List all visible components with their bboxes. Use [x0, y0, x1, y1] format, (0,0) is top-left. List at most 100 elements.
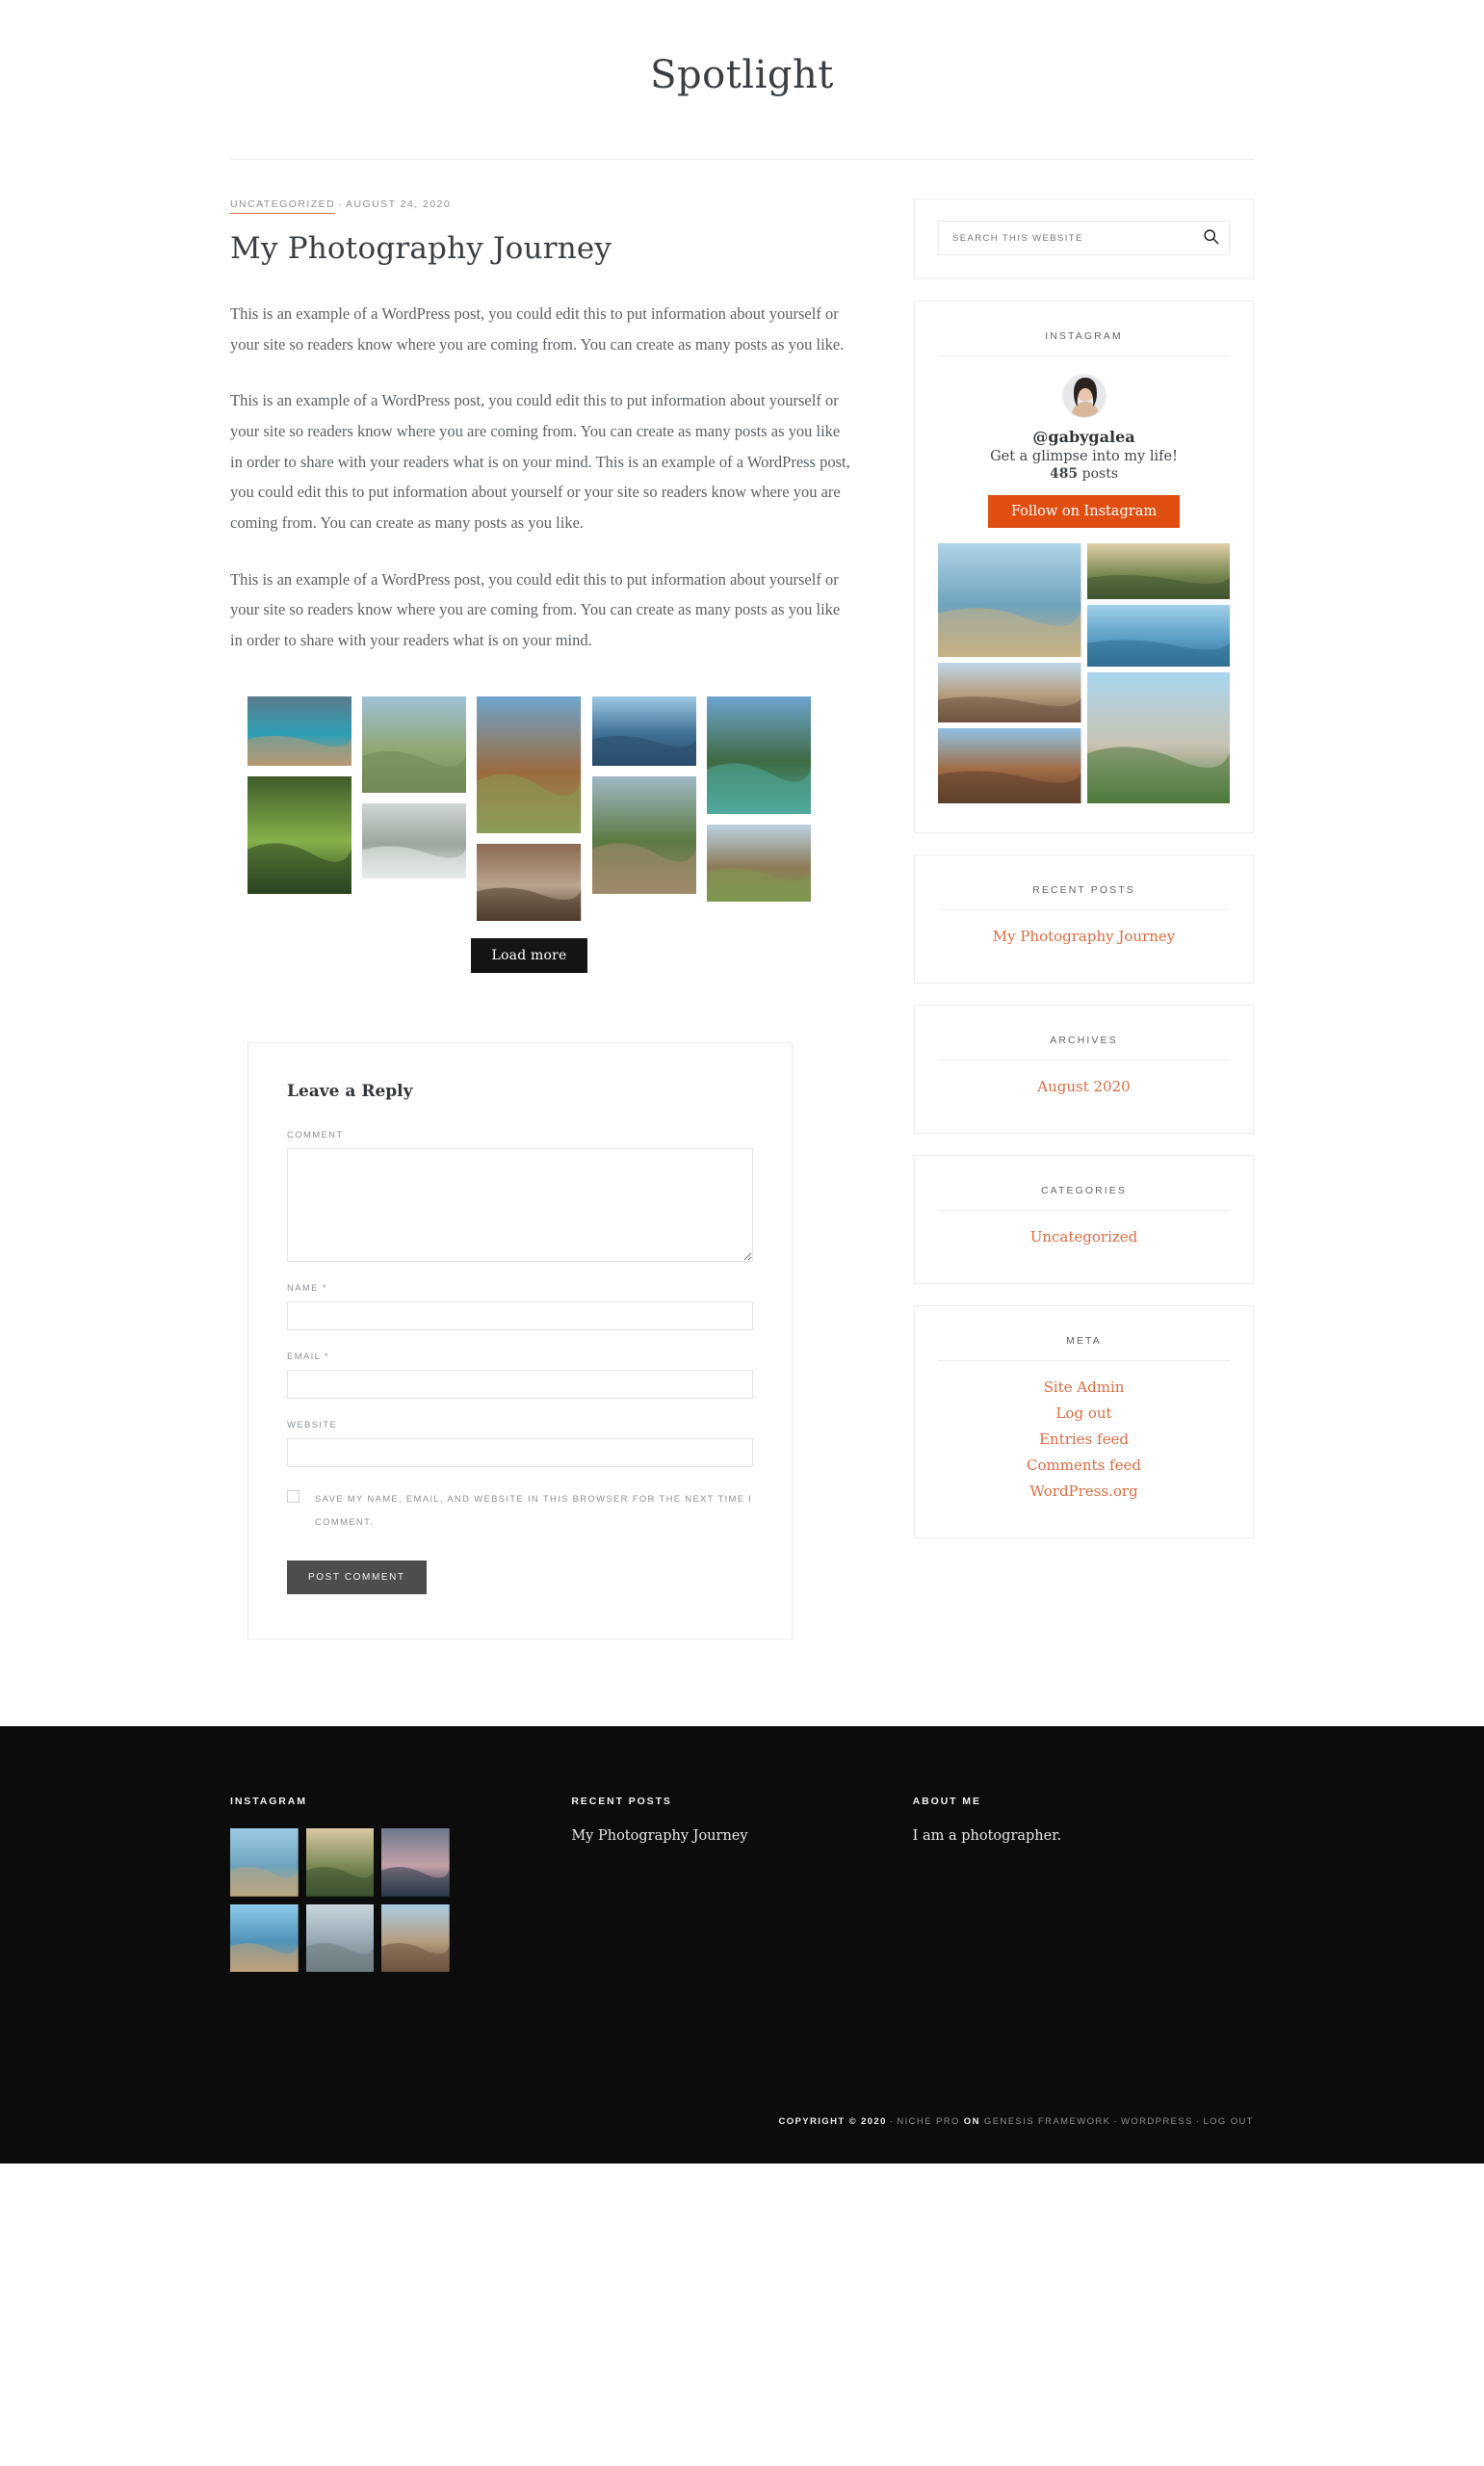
email-input[interactable] [287, 1369, 753, 1399]
site-inner: UNCATEGORIZED · AUGUST 24, 2020 My Photogr… [230, 160, 1254, 1640]
main-content: UNCATEGORIZED · AUGUST 24, 2020 My Photogr… [230, 198, 856, 1640]
gallery-photo[interactable] [362, 802, 467, 879]
footer-recent-post-link[interactable]: My Photography Journey [571, 1828, 873, 1844]
recent-posts-widget-title: RECENT POSTS [1032, 884, 1135, 896]
leave-a-reply-heading: Leave a Reply [287, 1081, 413, 1101]
email-label-text: EMAIL [287, 1351, 321, 1362]
instagram-photo[interactable] [938, 728, 1081, 803]
follow-on-instagram-button[interactable]: Follow on Instagram [987, 495, 1181, 528]
gallery-photo[interactable] [477, 843, 582, 921]
footer-inner: INSTAGRAM RECENT POSTS My Photography Jo… [230, 1796, 1254, 1973]
widget-divider [938, 1060, 1230, 1061]
gallery-photo[interactable] [247, 695, 352, 766]
archive-link[interactable]: August 2020 [938, 1078, 1230, 1095]
footer-instagram-photo[interactable] [230, 1828, 299, 1897]
footer-instagram-photo[interactable] [381, 1828, 451, 1897]
footer-about-title: ABOUT ME [912, 1796, 981, 1808]
gallery-photo[interactable] [706, 695, 811, 814]
instagram-grid-column [1086, 543, 1230, 803]
comment-label-text: COMMENT [287, 1129, 344, 1141]
instagram-widget: INSTAGRAM @gabygalea Get a glimpse into … [914, 301, 1254, 833]
footer-instagram-photo[interactable] [381, 1903, 451, 1973]
meta-link-comments-feed[interactable]: Comments feed [938, 1456, 1230, 1474]
name-field-label: NAME * [287, 1283, 753, 1294]
archives-widget: ARCHIVES August 2020 [914, 1005, 1254, 1134]
post-body: This is an example of a WordPress post, … [230, 299, 856, 656]
footer-about-column: ABOUT ME I am a photographer. [913, 1796, 1254, 1972]
load-more-button[interactable]: Load more [470, 937, 588, 973]
copyright-prefix: COPYRIGHT © 2020 [778, 2116, 887, 2128]
name-required-mark: * [322, 1282, 327, 1294]
instagram-bio: Get a glimpse into my life! [990, 449, 1178, 464]
footer-instagram-photo[interactable] [230, 1903, 299, 1973]
widget-divider [938, 1210, 1230, 1211]
category-link[interactable]: Uncategorized [938, 1228, 1230, 1246]
instagram-posts-word: posts [1081, 466, 1119, 482]
meta-link-wordpress-org[interactable]: WordPress.org [938, 1482, 1230, 1500]
comment-form-section: Leave a Reply COMMENT NAME * EMAIL * WEB… [247, 1041, 793, 1640]
meta-widget: META Site Admin Log out Entries feed Com… [914, 1305, 1254, 1538]
instagram-posts-count: 485 posts [938, 466, 1230, 482]
comment-textarea[interactable] [287, 1147, 753, 1262]
wordpress-link[interactable]: WORDPRESS [1121, 2116, 1193, 2127]
cookie-consent-label: Save my name, email, and website in this… [315, 1493, 753, 1529]
search-submit-button[interactable] [1203, 228, 1219, 248]
widget-divider [938, 909, 1230, 910]
cookie-consent-checkbox[interactable] [287, 1489, 299, 1503]
instagram-widget-title: INSTAGRAM [1045, 330, 1123, 342]
instagram-photo[interactable] [938, 543, 1081, 657]
email-required-mark: * [324, 1351, 329, 1362]
footer-instagram-photo[interactable] [305, 1903, 375, 1973]
footer-instagram-grid [230, 1828, 451, 1973]
gallery-photo[interactable] [362, 695, 467, 793]
footer-instagram-column: INSTAGRAM [230, 1796, 571, 1973]
copyright-sep: · [1195, 2116, 1201, 2128]
website-label-text: WEBSITE [287, 1419, 338, 1430]
instagram-photo[interactable] [1086, 672, 1230, 803]
search-icon [1203, 228, 1219, 248]
instagram-grid-column [938, 543, 1081, 803]
meta-link-log-out[interactable]: Log out [938, 1404, 1230, 1422]
copyright-sep: · [889, 2116, 895, 2128]
post-title: My Photography Journey [230, 231, 612, 266]
avatar [1061, 374, 1106, 418]
instagram-photo[interactable] [1086, 543, 1230, 599]
name-input[interactable] [287, 1300, 753, 1330]
sidebar: INSTAGRAM @gabygalea Get a glimpse into … [914, 198, 1254, 1560]
comment-field-label: COMMENT [287, 1130, 753, 1141]
post-comment-button[interactable]: POST COMMENT [287, 1561, 427, 1595]
email-field-label: EMAIL * [287, 1351, 753, 1362]
load-more-wrap: Load more [247, 937, 811, 973]
post-category-link[interactable]: UNCATEGORIZED [230, 198, 336, 214]
theme-link[interactable]: NICHE PRO [897, 2116, 959, 2127]
gallery-photo[interactable] [591, 695, 696, 766]
framework-link[interactable]: GENESIS FRAMEWORK [984, 2116, 1110, 2127]
gallery-photo[interactable] [477, 695, 582, 833]
site-footer-inner: COPYRIGHT © 2020 · NICHE PRO ON GENESIS FR… [230, 2112, 1254, 2129]
recent-post-link[interactable]: My Photography Journey [938, 928, 1230, 945]
search-input[interactable] [950, 231, 1203, 245]
gallery-photo[interactable] [247, 775, 352, 894]
footer-instagram-photo[interactable] [305, 1828, 375, 1897]
post-date: AUGUST 24, 2020 [346, 198, 452, 210]
footer-recent-posts-column: RECENT POSTS My Photography Journey [571, 1796, 912, 1972]
cookie-consent-row: Save my name, email, and website in this… [287, 1488, 753, 1535]
website-input[interactable] [287, 1437, 753, 1467]
archives-widget-title: ARCHIVES [1050, 1035, 1118, 1046]
search-widget [914, 198, 1254, 279]
instagram-handle: @gabygalea [1032, 428, 1135, 446]
meta-link-site-admin[interactable]: Site Admin [938, 1378, 1230, 1396]
instagram-photo[interactable] [1086, 605, 1230, 667]
gallery-photo[interactable] [591, 775, 696, 894]
site-footer: COPYRIGHT © 2020 · NICHE PRO ON GENESIS FR… [0, 2112, 1484, 2164]
gallery-photo[interactable] [706, 824, 811, 902]
instagram-photo-grid [938, 543, 1230, 803]
log-out-link[interactable]: LOG OUT [1203, 2116, 1254, 2127]
copyright-text: COPYRIGHT © 2020 · NICHE PRO ON GENESIS FR… [778, 2116, 1254, 2127]
categories-widget: CATEGORIES Uncategorized [914, 1155, 1254, 1284]
site-title[interactable]: Spotlight [0, 53, 1484, 97]
meta-link-entries-feed[interactable]: Entries feed [938, 1430, 1230, 1448]
page-root: Spotlight UNCATEGORIZED · AUGUST 24, 2020 … [0, 0, 1484, 2164]
footer-widget-area: INSTAGRAM RECENT POSTS My Photography Jo… [0, 1726, 1484, 2112]
instagram-photo[interactable] [938, 663, 1081, 722]
